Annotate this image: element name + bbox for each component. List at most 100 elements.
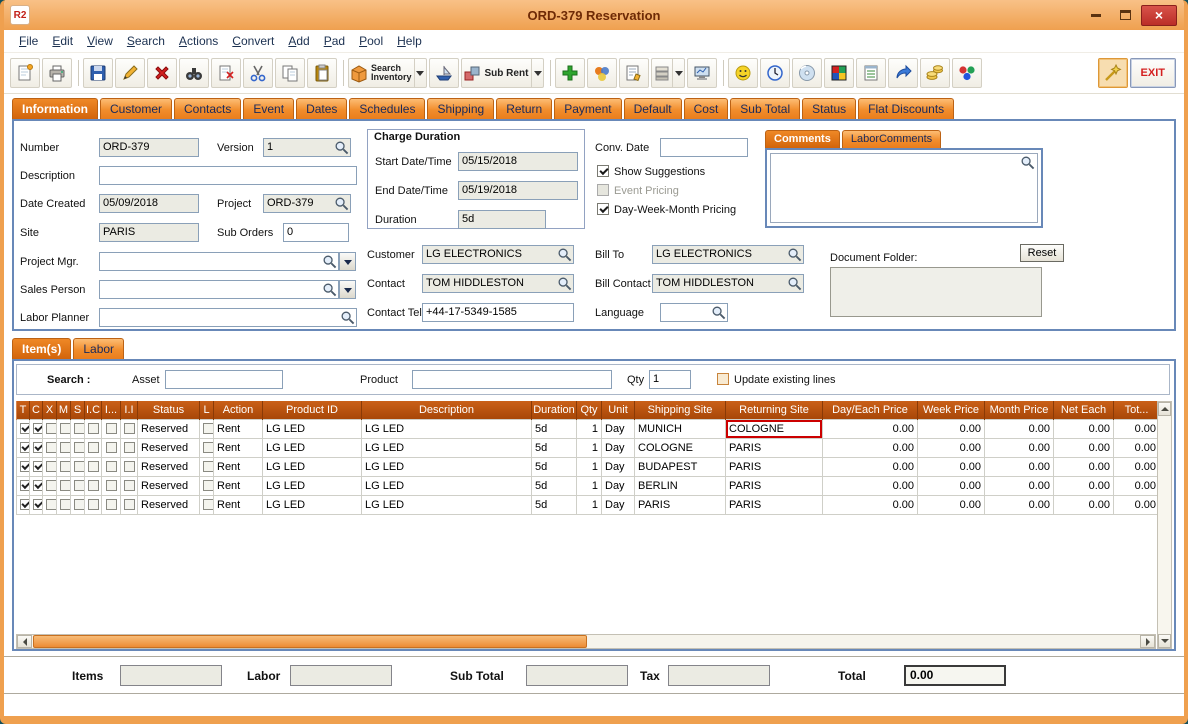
price-cell[interactable]: 0.00 — [985, 457, 1054, 476]
column-header-net-each[interactable]: Net Each — [1054, 401, 1114, 419]
row-checkbox[interactable] — [20, 499, 30, 510]
bill-to-search-icon[interactable] — [787, 247, 802, 262]
row-checkbox[interactable] — [124, 480, 135, 491]
action-cell[interactable]: Rent — [214, 457, 263, 476]
find-button[interactable] — [179, 58, 209, 88]
tab-event[interactable]: Event — [243, 98, 294, 119]
column-header-status[interactable]: Status — [138, 401, 200, 419]
description-cell[interactable]: LG LED — [362, 438, 532, 457]
tab-laborcomments[interactable]: LaborComments — [842, 130, 941, 148]
column-header-week-price[interactable]: Week Price — [918, 401, 985, 419]
checkbox-cell[interactable] — [43, 419, 57, 438]
price-cell[interactable]: 0.00 — [985, 495, 1054, 514]
price-cell[interactable]: 0.00 — [985, 419, 1054, 438]
tab-sub-total[interactable]: Sub Total — [730, 98, 800, 119]
column-header-tot-[interactable]: Tot... — [1114, 401, 1160, 419]
checkbox-cell[interactable] — [200, 457, 214, 476]
column-header-unit[interactable]: Unit — [602, 401, 635, 419]
status-cell[interactable]: Reserved — [138, 476, 200, 495]
table-row[interactable]: ReservedRentLG LEDLG LED5d1DayBUDAPESTPA… — [17, 457, 1160, 476]
titlebar[interactable]: R2 ORD-379 Reservation × — [4, 0, 1184, 30]
row-checkbox[interactable] — [46, 480, 57, 491]
project-mgr-field[interactable] — [99, 252, 339, 271]
tab-default[interactable]: Default — [624, 98, 682, 119]
price-cell[interactable]: 0.00 — [985, 476, 1054, 495]
shipping-site-cell[interactable]: BUDAPEST — [635, 457, 726, 476]
checkbox-cell[interactable] — [121, 495, 138, 514]
qty-cell[interactable]: 1 — [577, 438, 602, 457]
sales-person-field[interactable] — [99, 280, 339, 299]
unit-cell[interactable]: Day — [602, 438, 635, 457]
minimize-button[interactable] — [1083, 6, 1109, 25]
tab-item-s-[interactable]: Item(s) — [12, 338, 71, 359]
column-header-product-id[interactable]: Product ID — [263, 401, 362, 419]
column-header-l[interactable]: L — [200, 401, 214, 419]
ship-button[interactable] — [429, 58, 459, 88]
tab-dates[interactable]: Dates — [296, 98, 347, 119]
status-cell[interactable]: Reserved — [138, 495, 200, 514]
checkbox-cell[interactable] — [121, 438, 138, 457]
menu-file[interactable]: File — [12, 30, 45, 52]
shipping-site-cell[interactable]: PARIS — [635, 495, 726, 514]
price-cell[interactable]: 0.00 — [1054, 419, 1114, 438]
row-checkbox[interactable] — [46, 423, 57, 434]
customer-search-icon[interactable] — [557, 247, 572, 262]
horizontal-scrollbar[interactable] — [16, 634, 1156, 649]
unit-cell[interactable]: Day — [602, 457, 635, 476]
checkbox-cell[interactable] — [43, 457, 57, 476]
row-checkbox[interactable] — [124, 442, 135, 453]
checkbox-cell[interactable] — [57, 419, 71, 438]
price-cell[interactable]: 0.00 — [1114, 476, 1160, 495]
checkbox-cell[interactable] — [71, 476, 85, 495]
row-checkbox[interactable] — [106, 461, 117, 472]
checkbox-cell[interactable] — [102, 419, 121, 438]
bill-contact-search-icon[interactable] — [787, 276, 802, 291]
checkbox-cell[interactable] — [102, 495, 121, 514]
reset-button[interactable]: Reset — [1020, 244, 1064, 262]
returning-site-cell[interactable]: PARIS — [726, 476, 823, 495]
checkbox-cell[interactable] — [85, 457, 102, 476]
close-button[interactable]: × — [1141, 5, 1177, 26]
comments-box[interactable] — [765, 148, 1043, 228]
copy-button[interactable] — [275, 58, 305, 88]
checkbox-cell[interactable] — [71, 438, 85, 457]
product-id-cell[interactable]: LG LED — [263, 457, 362, 476]
scroll-left-arrow[interactable] — [17, 635, 32, 648]
row-checkbox[interactable] — [60, 442, 71, 453]
column-header-s[interactable]: S — [71, 401, 85, 419]
row-checkbox[interactable] — [74, 442, 85, 453]
menu-actions[interactable]: Actions — [172, 30, 225, 52]
row-checkbox[interactable] — [106, 442, 117, 453]
add-line-button[interactable] — [555, 58, 585, 88]
exit-button[interactable]: EXIT — [1130, 58, 1176, 88]
row-checkbox[interactable] — [60, 461, 71, 472]
menu-edit[interactable]: Edit — [45, 30, 80, 52]
qty-cell[interactable]: 1 — [577, 419, 602, 438]
notepad-button[interactable] — [856, 58, 886, 88]
row-checkbox[interactable] — [124, 423, 135, 434]
qty-cell[interactable]: 1 — [577, 495, 602, 514]
checkbox-cell[interactable] — [57, 438, 71, 457]
tab-customer[interactable]: Customer — [100, 98, 172, 119]
scroll-down-arrow[interactable] — [1158, 634, 1171, 648]
price-cell[interactable]: 0.00 — [1114, 438, 1160, 457]
checkbox-cell[interactable] — [85, 419, 102, 438]
product-input[interactable] — [412, 370, 612, 389]
tab-comments[interactable]: Comments — [765, 130, 840, 148]
duration-cell[interactable]: 5d — [532, 495, 577, 514]
checkbox-cell[interactable] — [102, 476, 121, 495]
vertical-scrollbar[interactable] — [1157, 401, 1172, 649]
checkbox-cell[interactable] — [30, 438, 43, 457]
row-checkbox[interactable] — [203, 442, 214, 453]
labor-planner-field[interactable] — [99, 308, 357, 327]
horizontal-scroll-track[interactable] — [32, 635, 1140, 648]
checkbox-cell[interactable] — [43, 438, 57, 457]
row-checkbox[interactable] — [46, 499, 57, 510]
language-search-icon[interactable] — [711, 305, 726, 320]
row-checkbox[interactable] — [20, 423, 30, 434]
dropdown-arrow-icon[interactable] — [531, 59, 543, 87]
site-field[interactable]: PARIS — [99, 223, 199, 242]
media-button[interactable] — [792, 58, 822, 88]
groups-button[interactable] — [587, 58, 617, 88]
price-cell[interactable]: 0.00 — [823, 457, 918, 476]
